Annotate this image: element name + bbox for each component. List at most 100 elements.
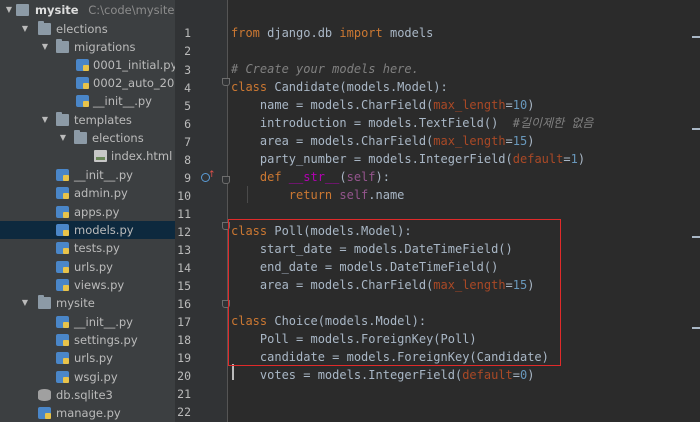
line-number: 3 (184, 63, 191, 77)
tree-file-models[interactable]: models.py (0, 221, 175, 239)
chevron-down-icon[interactable]: ▼ (40, 38, 50, 56)
code-line-1[interactable]: from django.db import models (231, 24, 433, 42)
tree-file-mysite-urls[interactable]: urls.py (0, 349, 175, 367)
python-file-icon (56, 371, 69, 383)
code-line-8[interactable]: party_number = models.IntegerField(defau… (231, 150, 585, 168)
tree-file-urls[interactable]: urls.py (0, 258, 175, 276)
html-file-icon (94, 150, 107, 162)
tree-file-settings[interactable]: settings.py (0, 331, 175, 349)
chevron-down-icon[interactable]: ▼ (58, 129, 68, 147)
tree-item-label: 0001_initial.py (93, 58, 175, 72)
database-file-icon (38, 389, 51, 401)
folder-icon (38, 21, 51, 35)
tree-item-label: migrations (74, 40, 136, 54)
chevron-down-icon[interactable]: ▼ (20, 20, 30, 38)
python-file-icon (56, 169, 69, 181)
tree-file-db-sqlite3[interactable]: db.sqlite3 (0, 386, 175, 404)
scrollbar-marker[interactable] (692, 36, 700, 38)
fold-toggle-icon[interactable] (222, 176, 230, 184)
python-file-icon (56, 316, 69, 328)
tree-file-tests[interactable]: tests.py (0, 239, 175, 257)
code-line-3[interactable]: # Create your models here. (231, 60, 419, 78)
project-name: mysite (35, 3, 79, 17)
folder-icon (56, 112, 69, 126)
tree-root-mysite[interactable]: ▼ mysite C:\code\mysite (0, 1, 175, 19)
line-number: 18 (177, 333, 191, 347)
tree-item-label: urls.py (74, 351, 113, 365)
python-file-icon (76, 95, 89, 107)
tree-item-label: 0002_auto_20170 (93, 76, 175, 90)
tree-file-0001-initial[interactable]: 0001_initial.py (0, 56, 175, 74)
line-number: 4 (184, 81, 191, 95)
line-number: 13 (177, 243, 191, 257)
folder-icon (74, 130, 87, 144)
tree-item-label: templates (74, 113, 132, 127)
project-folder-icon (16, 4, 29, 16)
tree-file-apps[interactable]: apps.py (0, 203, 175, 221)
code-line-11[interactable]: return self.name (231, 186, 405, 204)
python-file-icon (56, 224, 69, 236)
tree-file-elections-init[interactable]: __init__.py (0, 166, 175, 184)
fold-toggle-icon[interactable] (222, 78, 230, 86)
line-number: 1 (184, 26, 191, 40)
chevron-down-icon[interactable]: ▼ (40, 111, 50, 129)
python-file-icon (56, 261, 69, 273)
code-line-5[interactable]: name = models.CharField(max_length=10) (231, 96, 535, 114)
code-line-6[interactable]: introduction = models.TextField() #길이제한 … (231, 114, 594, 132)
tree-folder-mysite[interactable]: ▼ mysite (0, 294, 175, 312)
python-file-icon (56, 352, 69, 364)
tree-folder-templates[interactable]: ▼ templates (0, 111, 175, 129)
tree-folder-templates-elections[interactable]: ▼ elections (0, 129, 175, 147)
tree-item-label: wsgi.py (74, 370, 118, 384)
tree-file-0002-auto[interactable]: 0002_auto_20170 (0, 74, 175, 92)
project-tree-panel: ▼ mysite C:\code\mysite ▼ elections ▼ mi… (0, 0, 175, 422)
tree-item-label: tests.py (74, 241, 120, 255)
scrollbar-marker[interactable] (692, 327, 700, 329)
line-number: 6 (184, 117, 191, 131)
line-number: 10 (177, 189, 191, 203)
line-number: 5 (184, 99, 191, 113)
line-number: 20 (177, 369, 191, 383)
line-number: 19 (177, 351, 191, 365)
line-number: 14 (177, 261, 191, 275)
tree-file-wsgi[interactable]: wsgi.py (0, 368, 175, 386)
text-caret (232, 364, 234, 380)
tree-file-migrations-init[interactable]: __init__.py (0, 92, 175, 110)
code-line-10[interactable]: def __str__(self): (231, 168, 390, 186)
scrollbar-marker[interactable] (692, 236, 700, 238)
python-file-icon (56, 334, 69, 346)
python-file-icon (56, 187, 69, 199)
tree-file-views[interactable]: views.py (0, 276, 175, 294)
tree-item-label: mysite (56, 296, 95, 310)
tree-item-label: views.py (74, 278, 125, 292)
tree-file-mysite-init[interactable]: __init__.py (0, 313, 175, 331)
python-file-icon (56, 279, 69, 291)
chevron-down-icon[interactable]: ▼ (4, 1, 14, 19)
python-file-icon (56, 242, 69, 254)
line-number: 7 (184, 135, 191, 149)
tree-item-label: models.py (74, 223, 134, 237)
chevron-down-icon[interactable]: ▼ (20, 294, 30, 312)
folder-icon (56, 39, 69, 53)
line-number: 22 (177, 405, 191, 419)
tree-item-label: urls.py (74, 260, 113, 274)
line-number: 8 (184, 153, 191, 167)
tree-folder-elections[interactable]: ▼ elections (0, 20, 175, 38)
code-line-7[interactable]: area = models.CharField(max_length=15) (231, 132, 535, 150)
tree-file-admin[interactable]: admin.py (0, 184, 175, 202)
scrollbar-marker[interactable] (692, 128, 700, 130)
tree-item-label: __init__.py (74, 168, 133, 182)
code-line-4[interactable]: class Candidate(models.Model): (231, 78, 448, 96)
line-number: 16 (177, 297, 191, 311)
tree-folder-migrations[interactable]: ▼ migrations (0, 38, 175, 56)
tree-file-manage[interactable]: manage.py (0, 404, 175, 422)
line-number: 11 (177, 207, 191, 221)
tree-file-index-html[interactable]: index.html (0, 147, 175, 165)
tree-item-label: settings.py (74, 333, 138, 347)
highlight-box (228, 219, 561, 366)
code-line-21[interactable]: votes = models.IntegerField(default=0) (231, 366, 535, 384)
project-path: C:\code\mysite (88, 3, 175, 17)
line-number: 12 (177, 225, 191, 239)
tree-item-label: elections (56, 22, 108, 36)
line-number: 9 (184, 171, 191, 185)
